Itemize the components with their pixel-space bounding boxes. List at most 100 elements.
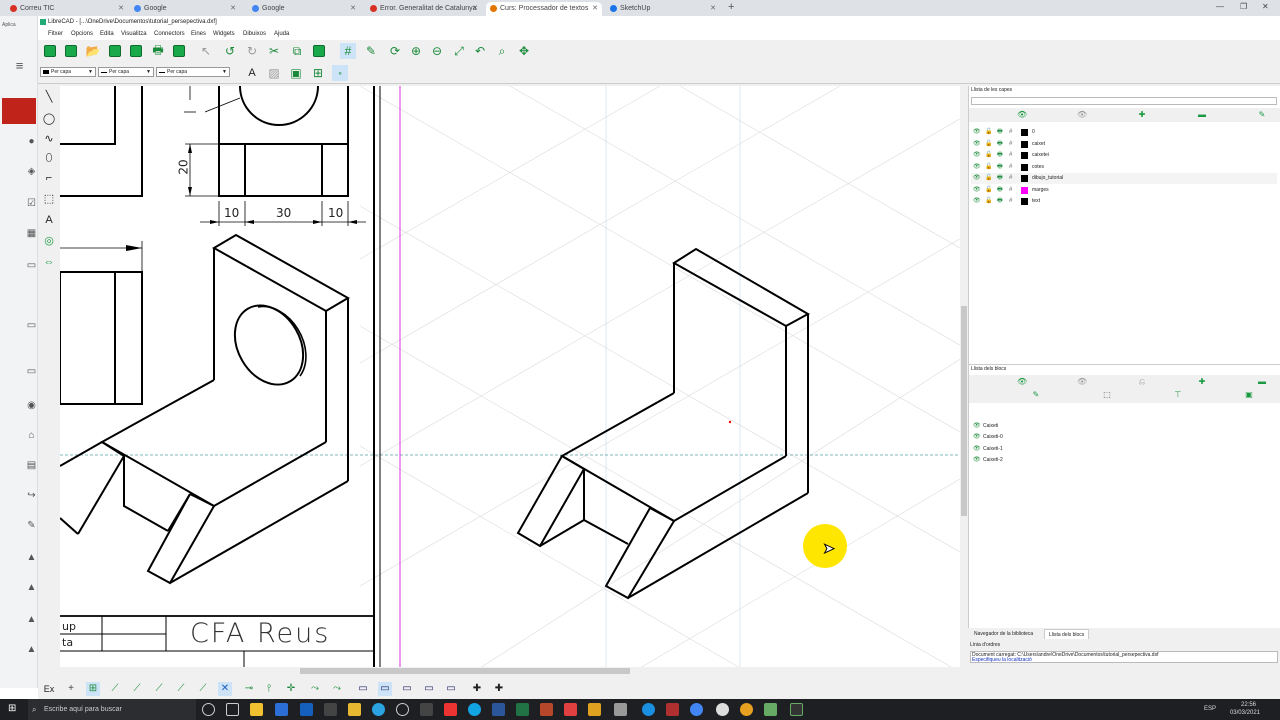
- menu-drawings[interactable]: Dibuixos: [243, 30, 266, 38]
- cut-icon[interactable]: ✂: [266, 43, 282, 59]
- view-icon[interactable]: ▭: [422, 682, 436, 696]
- remove-block-icon[interactable]: ▬: [1257, 378, 1267, 386]
- browser-tab[interactable]: Google ✕: [248, 2, 360, 16]
- remove-layer-icon[interactable]: ▬: [1197, 111, 1207, 119]
- app-icon[interactable]: [564, 703, 577, 716]
- show-all-blocks-icon[interactable]: 👁: [1017, 378, 1027, 386]
- graduation-icon[interactable]: ▲: [26, 582, 37, 593]
- restrict-vertical-icon[interactable]: ⫯: [262, 682, 276, 696]
- add-layer-icon[interactable]: ✚: [1137, 111, 1147, 119]
- clock-time[interactable]: 22:56: [1241, 702, 1256, 708]
- construction-icon[interactable]: #: [1009, 139, 1012, 150]
- visibility-eye-icon[interactable]: 👁: [973, 196, 981, 207]
- new-tab-button[interactable]: +: [728, 1, 734, 13]
- lock-icon[interactable]: 🔓: [985, 173, 992, 184]
- graduation-icon[interactable]: ▲: [26, 644, 37, 655]
- pen-type-select[interactable]: Per capa ▼: [156, 67, 230, 77]
- telegram-icon[interactable]: [372, 703, 385, 716]
- print-icon[interactable]: 🖶: [997, 173, 1003, 184]
- tab-block-list[interactable]: Llista dels blocs: [1044, 629, 1090, 639]
- snap-middle-icon[interactable]: ⟋: [174, 682, 188, 696]
- close-icon[interactable]: ✕: [118, 2, 124, 15]
- lock-icon[interactable]: 🔓: [985, 150, 992, 161]
- exclusive-snap-label[interactable]: Ex: [42, 682, 56, 696]
- browser-tab[interactable]: Google ✕: [130, 2, 240, 16]
- snap-distance-icon[interactable]: ⟋: [196, 682, 210, 696]
- edit-icon[interactable]: ✎: [26, 520, 37, 531]
- line-tool-icon[interactable]: ╲: [41, 88, 57, 104]
- add-view-icon[interactable]: ✚: [492, 682, 506, 696]
- edge-icon[interactable]: [642, 703, 655, 716]
- close-icon[interactable]: ✕: [230, 2, 236, 15]
- add-block-icon[interactable]: ✚: [1197, 378, 1207, 386]
- construction-icon[interactable]: #: [1009, 162, 1012, 173]
- edit-layer-icon[interactable]: ✎: [1257, 111, 1267, 119]
- restrict-orthogonal-icon[interactable]: ✛: [284, 682, 298, 696]
- visibility-eye-icon[interactable]: 👁: [973, 455, 981, 466]
- add-view-icon[interactable]: ✚: [470, 682, 484, 696]
- menu-widgets[interactable]: Widgets: [213, 30, 235, 38]
- print-icon[interactable]: 🖶: [997, 185, 1003, 196]
- zoom-window-icon[interactable]: ⌕: [494, 43, 510, 59]
- librecad-taskbar-icon[interactable]: [764, 703, 777, 716]
- new-template-icon[interactable]: [63, 43, 79, 59]
- grid-toggle-icon[interactable]: #: [340, 43, 356, 59]
- graduation-icon[interactable]: ▲: [26, 614, 37, 625]
- zoom-in-icon[interactable]: ⊕: [408, 43, 424, 59]
- scrollbar-thumb[interactable]: [300, 668, 630, 674]
- scrollbar-thumb[interactable]: [961, 306, 967, 516]
- print-preview-icon[interactable]: [171, 43, 187, 59]
- pen-width-select[interactable]: Per capa ▼: [98, 67, 154, 77]
- lock-icon[interactable]: 🔓: [985, 139, 992, 150]
- menu-tools[interactable]: Eines: [191, 30, 206, 38]
- print-icon[interactable]: 🖶: [997, 139, 1003, 150]
- excel-icon[interactable]: [516, 703, 529, 716]
- visibility-eye-icon[interactable]: 👁: [973, 139, 981, 150]
- snap-center-icon[interactable]: ⟋: [152, 682, 166, 696]
- lock-icon[interactable]: 🔓: [985, 196, 992, 207]
- edit-block-icon[interactable]: ✎: [1031, 391, 1041, 399]
- text-tool-icon[interactable]: A: [244, 65, 260, 81]
- select-pointer-icon[interactable]: ↖: [198, 43, 214, 59]
- dimension-tool-icon[interactable]: A: [41, 212, 57, 228]
- visibility-eye-icon[interactable]: 👁: [973, 421, 981, 432]
- view-icon[interactable]: ▭: [356, 682, 370, 696]
- copy-icon[interactable]: ⧉: [289, 43, 305, 59]
- zoom-previous-icon[interactable]: ↶: [472, 43, 488, 59]
- vertical-scrollbar[interactable]: [960, 86, 968, 670]
- app-icon[interactable]: [588, 703, 601, 716]
- acrobat-icon[interactable]: [666, 703, 679, 716]
- print-icon[interactable]: 🖶: [997, 127, 1003, 138]
- folder-icon[interactable]: ▭: [26, 366, 37, 377]
- new-file-icon[interactable]: [42, 43, 58, 59]
- app-icon[interactable]: [420, 703, 433, 716]
- file-explorer-icon[interactable]: [348, 703, 361, 716]
- visibility-eye-icon[interactable]: 👁: [973, 173, 981, 184]
- lock-icon[interactable]: 🔓: [985, 185, 992, 196]
- zoom-out-icon[interactable]: ⊖: [429, 43, 445, 59]
- hamburger-menu-icon[interactable]: ≡: [14, 59, 25, 72]
- browser-tab-active[interactable]: Curs: Processador de textos ✕: [486, 2, 602, 16]
- paste-icon[interactable]: [311, 43, 327, 59]
- block-row[interactable]: 👁 Caixeti: [971, 421, 1271, 432]
- close-icon[interactable]: ✕: [350, 2, 356, 15]
- lock-icon[interactable]: 🔓: [985, 127, 992, 138]
- menu-view[interactable]: Visualitza: [121, 30, 147, 38]
- app-icon[interactable]: [790, 703, 803, 716]
- share-icon[interactable]: ↪: [26, 490, 37, 501]
- tab-library-browser[interactable]: Navegador de la biblioteca: [970, 629, 1037, 639]
- horizontal-scrollbar[interactable]: [60, 667, 965, 675]
- browser-tab[interactable]: Error. Generalitat de Catalunya ✕: [366, 2, 482, 16]
- view-icon[interactable]: ▭: [400, 682, 414, 696]
- construction-icon[interactable]: #: [1009, 173, 1012, 184]
- show-all-layers-icon[interactable]: 👁: [1017, 111, 1027, 119]
- browser-tab[interactable]: SketchUp ✕: [606, 2, 720, 16]
- visibility-eye-icon[interactable]: 👁: [973, 444, 981, 455]
- undo-icon[interactable]: ↺: [222, 43, 238, 59]
- block-row[interactable]: 👁 Caixeti-2: [971, 455, 1271, 466]
- block-icon[interactable]: ⊞: [310, 65, 326, 81]
- layer-row[interactable]: 👁 🔓 🖶 # marges: [971, 185, 1277, 196]
- save-icon[interactable]: [107, 43, 123, 59]
- menu-file[interactable]: Fitxer: [48, 30, 63, 38]
- measure-tool-icon[interactable]: ⇔: [41, 254, 57, 270]
